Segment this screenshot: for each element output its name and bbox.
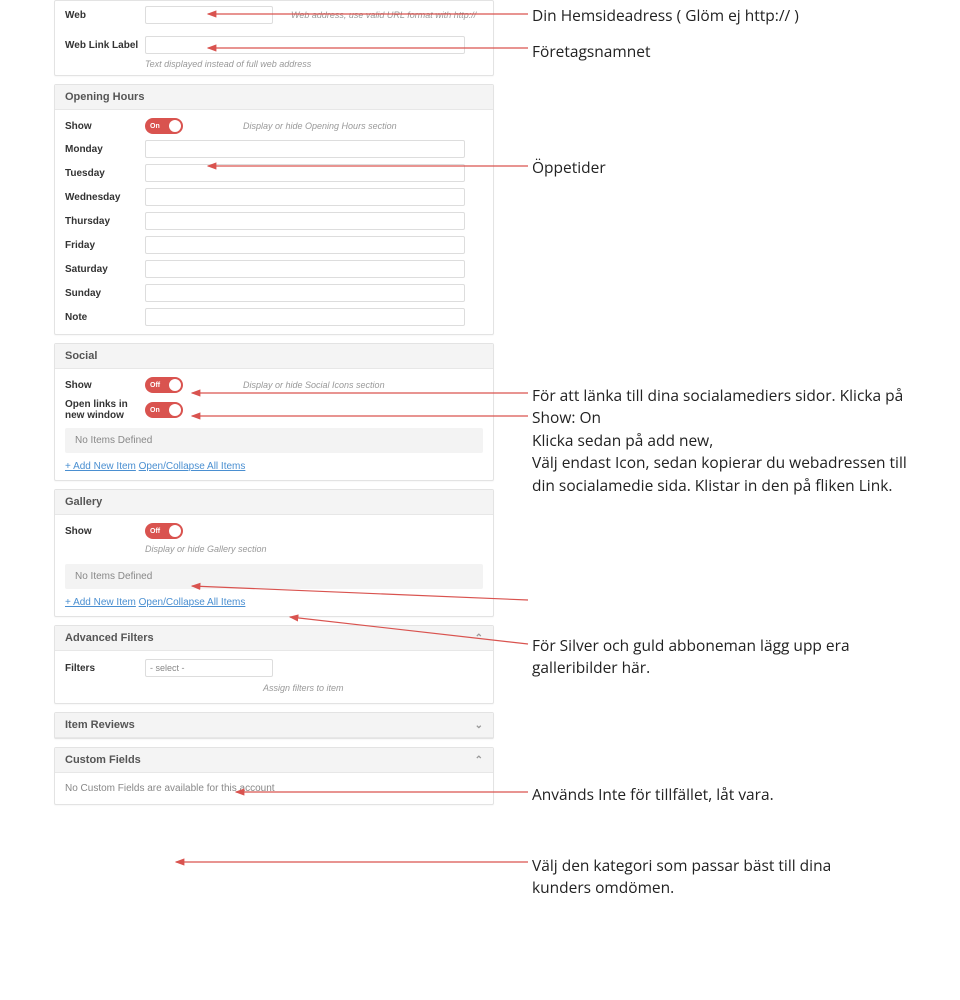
row-weblink: Web Link Label [55,33,493,57]
row-thursday: Thursday [55,209,493,233]
row-tuesday: Tuesday [55,161,493,185]
card-contact: Web Web address, use valid URL format wi… [54,0,494,76]
header-custom-fields[interactable]: Custom Fields ⌃ [55,748,493,773]
annotation-gallery: För Silver och guld abboneman lägg upp e… [532,634,872,679]
add-new-social-link[interactable]: + Add New Item [65,461,136,472]
annotation-opening: Öppetider [532,156,912,178]
label-sunday: Sunday [65,288,145,299]
label-thursday: Thursday [65,216,145,227]
header-item-reviews[interactable]: Item Reviews ⌄ [55,713,493,738]
chevron-down-icon: ⌄ [475,720,483,731]
row-wednesday: Wednesday [55,185,493,209]
input-wednesday[interactable] [145,188,465,206]
label-show-gallery: Show [65,526,145,537]
help-web: Web address, use valid URL format with h… [291,10,483,21]
row-web: Web Web address, use valid URL format wi… [55,3,493,27]
toggle-knob-icon [169,379,181,391]
toggle-show-gallery[interactable]: Off [145,523,183,539]
open-collapse-social-link[interactable]: Open/Collapse All Items [139,461,246,472]
annotation-web: Din Hemsideadress ( Glöm ej http:// ) [532,4,912,26]
input-friday[interactable] [145,236,465,254]
help-show-social: Display or hide Social Icons section [243,380,483,391]
annotation-company: Företagsnamnet [532,40,912,62]
header-social[interactable]: Social [55,344,493,369]
chevron-up-icon: ⌃ [475,755,483,766]
help-filters: Assign filters to item [55,681,493,703]
input-web[interactable] [145,6,273,24]
help-weblink: Text displayed instead of full web addre… [55,57,493,75]
toggle-knob-icon [169,404,181,416]
label-wednesday: Wednesday [65,192,145,203]
card-custom-fields: Custom Fields ⌃ No Custom Fields are ava… [54,747,494,805]
header-social-label: Social [65,350,97,362]
form-panel: Web Web address, use valid URL format wi… [54,0,494,813]
input-weblink[interactable] [145,36,465,54]
header-gallery-label: Gallery [65,496,102,508]
header-adv-filters-label: Advanced Filters [65,632,154,644]
help-show-opening: Display or hide Opening Hours section [243,121,483,132]
header-gallery[interactable]: Gallery [55,490,493,515]
input-monday[interactable] [145,140,465,158]
custom-fields-text: No Custom Fields are available for this … [55,773,493,804]
header-custom-fields-label: Custom Fields [65,754,141,766]
link-row-gallery: + Add New Item Open/Collapse All Items [55,593,493,616]
header-adv-filters[interactable]: Advanced Filters ⌃ [55,626,493,651]
header-item-reviews-label: Item Reviews [65,719,135,731]
toggle-show-social[interactable]: Off [145,377,183,393]
card-advanced-filters: Advanced Filters ⌃ Filters - select - As… [54,625,494,704]
annotation-reviews: Välj den kategori som passar bäst till d… [532,854,892,899]
open-collapse-gallery-link[interactable]: Open/Collapse All Items [139,597,246,608]
row-show-opening: Show On Display or hide Opening Hours se… [55,110,493,137]
input-saturday[interactable] [145,260,465,278]
label-show-opening: Show [65,121,145,132]
label-friday: Friday [65,240,145,251]
label-note: Note [65,312,145,323]
label-saturday: Saturday [65,264,145,275]
row-show-social: Show Off Display or hide Social Icons se… [55,369,493,396]
label-web: Web [65,10,145,21]
header-opening[interactable]: Opening Hours [55,85,493,110]
card-gallery: Gallery Show Off Display or hide Gallery… [54,489,494,617]
select-filters-value: - select - [150,663,185,673]
row-saturday: Saturday [55,257,493,281]
header-opening-label: Opening Hours [65,91,144,103]
label-open-links: Open links in new window [65,399,145,421]
label-filters: Filters [65,663,145,674]
input-thursday[interactable] [145,212,465,230]
select-filters[interactable]: - select - [145,659,273,677]
row-filters: Filters - select - [55,651,493,681]
label-show-social: Show [65,380,145,391]
no-items-gallery: No Items Defined [65,564,483,589]
toggle-knob-icon [169,120,181,132]
card-item-reviews: Item Reviews ⌄ [54,712,494,739]
row-show-gallery: Show Off [55,515,493,542]
no-items-social: No Items Defined [65,428,483,453]
input-sunday[interactable] [145,284,465,302]
toggle-knob-icon [169,525,181,537]
help-show-gallery: Display or hide Gallery section [55,542,493,560]
toggle-show-opening[interactable]: On [145,118,183,134]
card-opening-hours: Opening Hours Show On Display or hide Op… [54,84,494,335]
row-note: Note [55,305,493,334]
row-open-links: Open links in new window On [55,396,493,424]
input-tuesday[interactable] [145,164,465,182]
annotation-filters: Används Inte för tillfället, låt vara. [532,783,892,805]
row-monday: Monday [55,137,493,161]
row-friday: Friday [55,233,493,257]
toggle-off-text2: Off [150,528,160,535]
annotation-social: För att länka till dina socialamediers s… [532,384,932,496]
toggle-on-text2: On [150,407,160,414]
link-row-social: + Add New Item Open/Collapse All Items [55,457,493,480]
card-social: Social Show Off Display or hide Social I… [54,343,494,481]
toggle-on-text: On [150,123,160,130]
label-monday: Monday [65,144,145,155]
label-tuesday: Tuesday [65,168,145,179]
toggle-off-text: Off [150,382,160,389]
row-sunday: Sunday [55,281,493,305]
toggle-open-links[interactable]: On [145,402,183,418]
input-note[interactable] [145,308,465,326]
add-new-gallery-link[interactable]: + Add New Item [65,597,136,608]
label-weblink: Web Link Label [65,40,145,51]
chevron-up-icon: ⌃ [475,633,483,644]
